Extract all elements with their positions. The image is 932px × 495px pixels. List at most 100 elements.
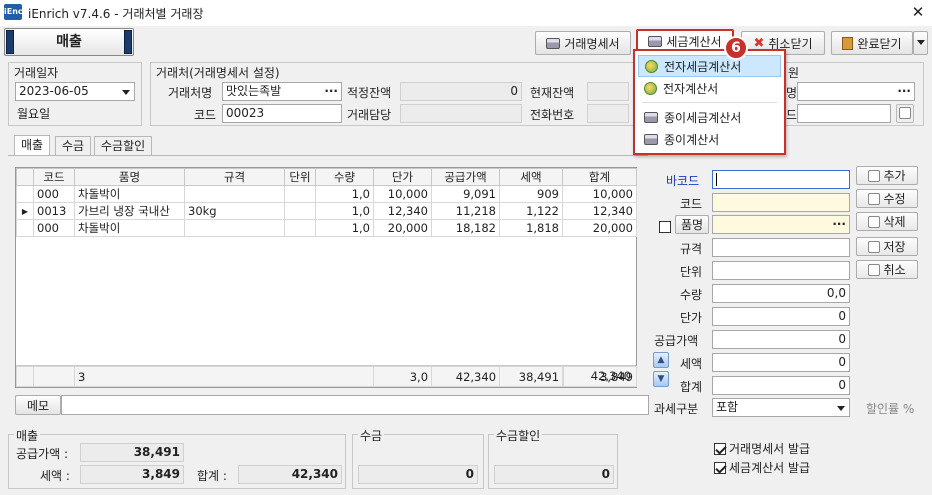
summary-supply-label: 공급가액 : — [16, 447, 69, 461]
manager-field — [400, 104, 522, 123]
trade-date-label: 거래일자 — [14, 66, 59, 80]
memo-button[interactable]: 메모 — [15, 395, 61, 415]
grid-header-code[interactable]: 코드 — [33, 168, 75, 186]
table-row[interactable]: ▶ 0013 가브리 냉장 국내산 30kg 1,0 12,340 11,218 1,122 1… — [16, 202, 637, 220]
add-icon — [868, 169, 881, 182]
supply-input[interactable]: 0 — [712, 330, 850, 349]
grid-header-spec[interactable]: 규격 — [184, 168, 285, 186]
sales-mode-tab[interactable]: 매출 — [4, 28, 134, 56]
arrow-down-button[interactable]: ▼ — [653, 371, 669, 387]
partner-code-field[interactable]: 00023 — [222, 104, 342, 123]
lookup-icon — [899, 107, 911, 119]
chevron-down-icon — [122, 90, 130, 95]
memo-field[interactable] — [61, 395, 649, 415]
right-field1[interactable]: ··· — [797, 82, 915, 101]
grid-header-qty[interactable]: 수량 — [315, 168, 374, 186]
menu-item-paper-tax-invoice[interactable]: 종이세금계산서 — [638, 106, 781, 128]
footer-qty: 3,0 — [373, 366, 433, 387]
collection-discount-label: 수금할인 — [494, 427, 543, 444]
qty-label: 수량 — [680, 288, 703, 302]
tax-invoice-dropdown-menu: 전자세금계산서 전자계산서 종이세금계산서 종이계산서 — [633, 49, 786, 155]
grid-header-indicator — [16, 168, 34, 186]
complete-close-dropdown[interactable] — [913, 31, 928, 55]
right-field1-label: 명 — [786, 86, 798, 100]
total-label: 합계 — [680, 380, 703, 394]
grid-header-supply[interactable]: 공급가액 — [431, 168, 500, 186]
delete-icon — [868, 215, 881, 228]
menu-item-e-tax-invoice[interactable]: 전자세금계산서 — [638, 55, 781, 77]
printer-icon — [648, 35, 663, 47]
complete-close-button[interactable]: 완료닫기 — [831, 31, 913, 55]
row-indicator — [16, 219, 34, 237]
right-field2-label: 드 — [786, 108, 798, 122]
grid-header-total[interactable]: 합계 — [562, 168, 637, 186]
right-group-label: 원 — [788, 66, 800, 80]
barcode-input[interactable] — [712, 170, 850, 189]
balance-label: 적정잔액 — [347, 86, 392, 100]
price-input[interactable]: 0 — [712, 307, 850, 326]
window-close-button[interactable]: ✕ — [904, 0, 932, 26]
tab-bar-right — [124, 30, 132, 54]
grid-header-price[interactable]: 단가 — [373, 168, 432, 186]
ellipsis-icon: ··· — [324, 84, 338, 98]
row-indicator — [16, 185, 34, 203]
statement-button[interactable]: 거래명세서 — [535, 31, 631, 55]
right-field2-button[interactable] — [896, 104, 914, 123]
edit-button[interactable]: 수정 — [856, 189, 918, 208]
code-input[interactable] — [712, 193, 850, 212]
ellipsis-icon: ··· — [832, 217, 846, 231]
summary-tax-label: 세액 : — [40, 469, 70, 483]
phone-label: 전화번호 — [530, 108, 575, 122]
partner-code-label: 코드 — [194, 108, 217, 122]
item-button[interactable]: 품명 — [675, 215, 709, 234]
grid-footer: 3 3,0 42,340 38,491 3,849 42,340 — [16, 365, 638, 387]
collection-discount-value: 0 — [494, 465, 614, 484]
table-row[interactable]: 000 차돌박이 1,0 10,000 9,091 909 10,000 — [16, 185, 637, 203]
grid-header-unit[interactable]: 단위 — [284, 168, 316, 186]
spec-input[interactable] — [712, 238, 850, 257]
step-badge: 6 — [724, 36, 748, 60]
menu-item-paper-invoice[interactable]: 종이계산서 — [638, 128, 781, 150]
tab-collection[interactable]: 수금 — [55, 136, 92, 156]
current-balance-label: 현재잔액 — [530, 86, 575, 100]
menu-item-e-invoice[interactable]: 전자계산서 — [638, 77, 781, 99]
tax-input[interactable]: 0 — [712, 353, 850, 372]
save-button[interactable]: 저장 — [856, 237, 918, 256]
checkbox-checked-icon — [714, 461, 726, 474]
checkbox-checked-icon — [714, 442, 726, 455]
right-field2[interactable] — [797, 104, 891, 123]
cancel-button[interactable]: 취소 — [856, 260, 918, 279]
partner-group-label: 거래처(거래명세서 설정) — [156, 66, 280, 80]
summary-total-value: 42,340 — [238, 465, 342, 484]
unit-label: 단위 — [680, 265, 703, 279]
grid-header-tax[interactable]: 세액 — [499, 168, 563, 186]
unit-input[interactable] — [712, 261, 850, 280]
arrow-up-icon: ▲ — [657, 355, 665, 365]
supply-label: 공급가액 — [654, 334, 699, 348]
issue-tax-invoice-checkbox[interactable]: 세금계산서 발급 — [714, 459, 810, 476]
summary-tax-value: 3,849 — [80, 465, 184, 484]
total-input[interactable]: 0 — [712, 376, 850, 395]
trade-date-picker[interactable]: 2023-06-05 — [15, 82, 135, 101]
table-row[interactable]: 000 차돌박이 1,0 20,000 18,182 1,818 20,000 — [16, 219, 637, 237]
balance-field: 0 — [400, 82, 522, 101]
issue-statement-checkbox[interactable]: 거래명세서 발급 — [714, 440, 810, 457]
item-input[interactable]: ··· — [712, 215, 850, 234]
item-checkbox[interactable] — [659, 220, 671, 233]
grid-header-item[interactable]: 품명 — [74, 168, 185, 186]
footer-total: 42,340 — [563, 366, 635, 386]
printer-icon — [644, 133, 658, 145]
spec-label: 규격 — [680, 242, 703, 256]
add-button[interactable]: 추가 — [856, 166, 918, 185]
arrow-up-button[interactable]: ▲ — [653, 352, 669, 368]
qty-input[interactable]: 0,0 — [712, 284, 850, 303]
tab-collection-discount[interactable]: 수금할인 — [94, 136, 153, 156]
partner-name-label: 거래처명 — [168, 86, 213, 100]
delete-button[interactable]: 삭제 — [856, 212, 918, 231]
items-grid[interactable]: 코드 품명 규격 단위 수량 단가 공급가액 세액 합계 000 차돌박이 1,0 1… — [15, 167, 638, 388]
tax-type-select[interactable]: 포함 — [712, 398, 850, 417]
partner-name-field[interactable]: 맛있는족발 ··· — [222, 82, 342, 101]
code-label: 코드 — [680, 197, 703, 211]
pencil-icon — [868, 192, 881, 205]
tab-sales[interactable]: 매출 — [14, 135, 51, 155]
